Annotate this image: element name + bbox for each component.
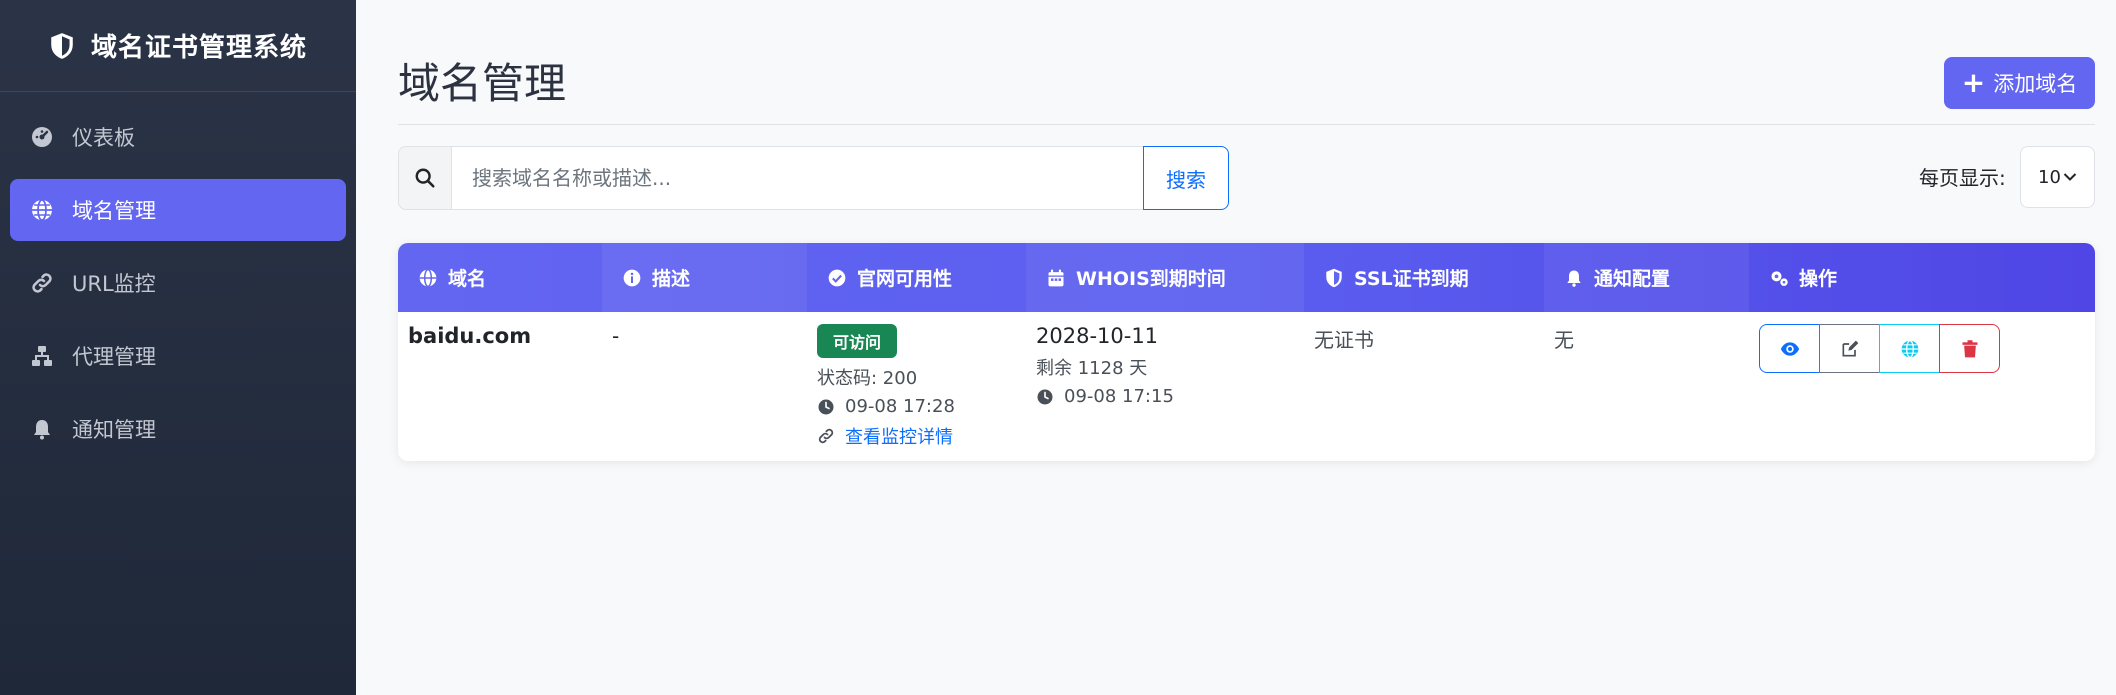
header-label: 描述 (652, 268, 691, 290)
globe-icon (1901, 339, 1918, 358)
per-page-label: 每页显示: (1919, 166, 2006, 190)
whois-remaining: 剩余 1128 天 (1036, 358, 1148, 379)
dashboard-icon (32, 127, 52, 147)
visit-site-button[interactable] (1879, 324, 1940, 373)
header-description: 描述 (602, 243, 807, 312)
sidebar-item-url-monitor[interactable]: URL监控 (10, 252, 346, 314)
search-group: 搜索 (398, 146, 1230, 210)
link-icon (32, 273, 52, 293)
shield-icon (51, 32, 73, 59)
edit-icon (1842, 340, 1858, 356)
per-page-value: 10 (2038, 166, 2061, 188)
cell-whois: 2028-10-11 剩余 1128 天 09-08 17:15 (1026, 312, 1304, 461)
app-title: 域名证书管理系统 (90, 33, 307, 63)
header-divider (398, 124, 2095, 125)
network-icon (32, 346, 52, 366)
notify-config: 无 (1554, 328, 1574, 352)
whois-date: 2028-10-11 (1036, 324, 1159, 348)
calendar-icon (1048, 269, 1064, 286)
domains-table: 域名 描述 官网可用性 WHOIS到期时间 SSL证书到期 通知配置 操作 ba… (398, 243, 2095, 461)
sidebar-item-label: 仪表板 (72, 126, 135, 150)
sidebar-item-label: 通知管理 (72, 418, 156, 442)
plus-icon: + (1961, 66, 1986, 99)
trash-icon (1962, 339, 1977, 357)
edit-button[interactable] (1819, 324, 1880, 373)
info-icon (623, 269, 641, 286)
globe-icon (32, 199, 52, 221)
domain-name: baidu.com (408, 324, 532, 348)
availability-checked-time: 09-08 17:28 (817, 396, 1016, 417)
header-availability: 官网可用性 (807, 243, 1026, 312)
domain-description: - (612, 324, 620, 348)
search-button[interactable]: 搜索 (1143, 146, 1229, 210)
header-label: SSL证书到期 (1354, 268, 1469, 290)
sidebar: 域名证书管理系统 仪表板 域名管理 URL监控 代理管理 通知管理 (0, 0, 356, 695)
delete-button[interactable] (1939, 324, 2000, 373)
header-label: 域名 (448, 268, 487, 290)
search-icon (415, 168, 435, 188)
checked-time: 09-08 17:28 (845, 396, 955, 417)
check-circle-icon (828, 269, 846, 286)
header-label: 操作 (1799, 268, 1838, 290)
monitor-details-link[interactable]: 查看监控详情 (817, 423, 1016, 449)
status-badge: 可访问 (817, 324, 898, 358)
page-title: 域名管理 (398, 59, 567, 108)
per-page-select[interactable]: 10 (2020, 146, 2095, 208)
header-ssl: SSL证书到期 (1304, 243, 1544, 312)
checked-time: 09-08 17:15 (1064, 386, 1174, 407)
cell-availability: 可访问 状态码: 200 09-08 17:28 查看监控详情 (807, 312, 1026, 461)
sidebar-item-label: URL监控 (72, 272, 156, 296)
sidebar-item-label: 代理管理 (72, 345, 156, 369)
cell-actions (1749, 312, 2095, 461)
gears-icon (1771, 270, 1788, 286)
search-icon-box (398, 146, 451, 210)
header-notify: 通知配置 (1544, 243, 1749, 312)
globe-icon (419, 268, 437, 287)
action-buttons (1759, 324, 2085, 373)
monitor-details-label[interactable]: 查看监控详情 (845, 423, 953, 449)
sidebar-item-domains[interactable]: 域名管理 (10, 179, 346, 241)
status-code: 状态码: 200 (817, 368, 918, 389)
whois-checked-time: 09-08 17:15 (1036, 386, 1294, 407)
clock-icon (818, 399, 834, 414)
header-actions: 操作 (1749, 243, 2095, 312)
add-domain-label: 添加域名 (1993, 72, 2078, 96)
brand: 域名证书管理系统 (0, 0, 356, 92)
bell-icon (1567, 270, 1581, 287)
clock-icon (1037, 389, 1053, 404)
table-row: baidu.com - 可访问 状态码: 200 09-08 17:28 查看监… (398, 312, 2095, 461)
header-label: WHOIS到期时间 (1076, 268, 1226, 290)
cell-notify: 无 (1544, 312, 1749, 461)
chevron-down-icon (2063, 173, 2077, 181)
cell-description: - (602, 312, 807, 461)
sidebar-item-notifications[interactable]: 通知管理 (10, 398, 346, 460)
sidebar-item-label: 域名管理 (72, 199, 156, 223)
header-label: 通知配置 (1594, 268, 1671, 290)
cell-domain: baidu.com (398, 312, 602, 461)
ssl-status: 无证书 (1314, 328, 1374, 352)
sidebar-nav: 仪表板 域名管理 URL监控 代理管理 通知管理 (0, 92, 356, 460)
sidebar-item-proxy[interactable]: 代理管理 (10, 325, 346, 387)
add-domain-button[interactable]: + 添加域名 (1944, 57, 2095, 109)
bell-icon (34, 420, 50, 440)
header-whois: WHOIS到期时间 (1026, 243, 1304, 312)
header-domain: 域名 (398, 243, 602, 312)
sidebar-item-dashboard[interactable]: 仪表板 (10, 106, 346, 168)
shield-icon (1326, 268, 1342, 287)
eye-icon (1780, 341, 1799, 356)
search-input[interactable] (451, 146, 1143, 210)
link-icon (818, 428, 834, 444)
view-button[interactable] (1759, 324, 1820, 373)
cell-ssl: 无证书 (1304, 312, 1544, 461)
main-content: 域名管理 + 添加域名 搜索 每页显示: 10 (356, 0, 2116, 695)
header-label: 官网可用性 (857, 268, 953, 290)
table-header: 域名 描述 官网可用性 WHOIS到期时间 SSL证书到期 通知配置 操作 (398, 243, 2095, 312)
